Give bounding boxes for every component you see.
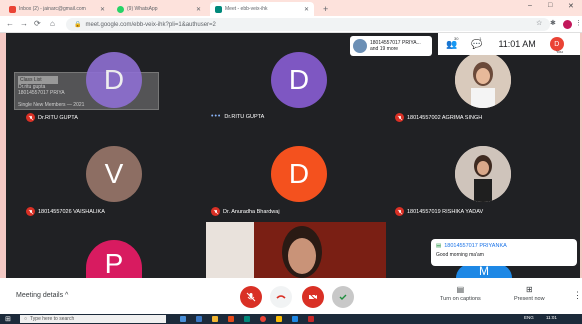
whatsapp-icon	[117, 5, 124, 13]
windows-taskbar: ⊞ ○ Type here to search ENG 11:01	[0, 314, 582, 324]
participant-avatar: D	[271, 146, 327, 202]
more-options-button[interactable]: ⋮	[573, 290, 582, 301]
presenter-video	[206, 222, 386, 278]
chat-icon[interactable]: 💬 1	[471, 35, 482, 50]
folder-icon[interactable]	[276, 316, 282, 322]
window-close-button[interactable]: ✕	[568, 2, 574, 10]
tab-meet[interactable]: Meet - ebb-veix-ihk ✕	[210, 2, 314, 16]
tab-label: Inbox (2) - jainarc@gmail.com	[19, 6, 86, 12]
captions-icon: ▤	[456, 285, 465, 294]
star-icon[interactable]: ☆	[536, 19, 542, 27]
windows-start-icon[interactable]: ⊞	[5, 315, 11, 323]
captions-button[interactable]: ▤ Turn on captions	[440, 285, 481, 302]
clock: 11:01 AM	[498, 39, 536, 49]
extensions-icon[interactable]: ✱	[550, 19, 556, 27]
participant-name: 18014557019 RISHIKA YADAV	[395, 207, 483, 216]
hangup-icon	[276, 295, 286, 299]
mic-toggle-button[interactable]	[240, 286, 262, 308]
present-now-button[interactable]: ⊞ Present now	[514, 285, 545, 302]
search-icon: ○	[24, 316, 28, 322]
presenter-avatar	[353, 39, 367, 53]
tab-label: Meet - ebb-veix-ihk	[225, 6, 268, 12]
new-tab-button[interactable]: +	[318, 2, 332, 16]
search-placeholder: Type here to search	[30, 316, 75, 322]
store-icon[interactable]	[244, 316, 250, 322]
participant-name: ••• Dr.RITU GUPTA	[211, 113, 265, 120]
participant-avatar: D	[86, 52, 142, 108]
mic-off-icon	[395, 113, 404, 122]
language-indicator[interactable]: ENG	[524, 315, 534, 320]
people-count: 30	[454, 35, 459, 41]
mic-off-icon	[26, 207, 35, 216]
leave-call-button[interactable]	[270, 286, 292, 308]
participant-avatar: D	[271, 52, 327, 108]
meeting-details-button[interactable]: Meeting details ^	[16, 292, 68, 299]
chrome-icon[interactable]	[260, 316, 266, 322]
meet-icon	[215, 5, 222, 13]
presenter-more: and 19 more	[370, 46, 399, 52]
profile-avatar[interactable]	[563, 20, 572, 29]
tab-gmail[interactable]: Inbox (2) - jainarc@gmail.com ✕	[4, 2, 110, 16]
meeting-controls-bar: Meeting details ^ ▤ Turn on captions ⊞ Pre…	[0, 278, 582, 314]
camera-off-icon	[308, 292, 318, 302]
participant-name: 18014557026 VAISHALIKA	[26, 207, 105, 216]
edge-icon[interactable]	[196, 316, 202, 322]
mic-off-icon	[26, 113, 35, 122]
chat-notification[interactable]: ▤ 18014557017 PRIYANKA Good morning ma'a…	[431, 239, 577, 266]
present-icon: ⊞	[525, 285, 533, 294]
url-text: meet.google.com/ebb-veix-ihk?pli=1&authu…	[85, 21, 216, 28]
app-icon[interactable]	[308, 316, 314, 322]
taskbar-search-field[interactable]: ○ Type here to search	[20, 315, 166, 323]
overlay-title: Class List	[18, 76, 58, 84]
gmail-icon	[9, 5, 16, 13]
chat-count: 1	[479, 35, 482, 41]
app-icon[interactable]	[292, 316, 298, 322]
presenting-chip[interactable]: 18014557017 PRIYA... and 19 more	[350, 36, 432, 56]
participant-avatar: M	[456, 264, 512, 278]
reload-icon[interactable]: ⟳	[34, 19, 41, 28]
participant-photo	[455, 52, 511, 108]
address-bar: ← → ⟳ ⌂ 🔒 meet.google.com/ebb-veix-ihk?p…	[0, 16, 582, 33]
close-icon[interactable]: ✕	[196, 6, 201, 13]
browser-tab-bar: Inbox (2) - jainarc@gmail.com ✕ (9) What…	[0, 0, 582, 16]
mic-off-icon	[395, 207, 404, 216]
tab-whatsapp[interactable]: (9) WhatsApp ✕	[112, 2, 206, 16]
minimize-button[interactable]: –	[528, 2, 532, 9]
chat-bubble-icon: ▤	[436, 243, 442, 249]
task-view-icon[interactable]	[180, 316, 186, 322]
participant-name: Dr. Anuradha Bhardwaj	[211, 207, 280, 216]
file-explorer-icon[interactable]	[212, 316, 218, 322]
mic-off-icon	[211, 207, 220, 216]
chevron-up-icon: ^	[65, 292, 69, 299]
home-icon[interactable]: ⌂	[50, 19, 55, 28]
confirm-button[interactable]	[332, 286, 354, 308]
close-icon[interactable]: ✕	[304, 6, 309, 13]
chat-sender: 18014557017 PRIYANKA	[444, 243, 507, 249]
top-controls: 👥 30 💬 1 11:01 AM D You	[438, 33, 580, 55]
lock-icon: 🔒	[74, 22, 82, 28]
office-icon[interactable]	[228, 316, 234, 322]
taskbar-clock[interactable]: 11:01	[546, 315, 557, 320]
forward-arrow-icon[interactable]: →	[20, 19, 28, 28]
check-icon	[339, 294, 347, 300]
speaking-indicator-icon: •••	[211, 113, 222, 120]
close-icon[interactable]: ✕	[100, 6, 105, 13]
camera-toggle-button[interactable]	[302, 286, 324, 308]
participant-avatar: V	[86, 146, 142, 202]
menu-icon[interactable]: ⋮	[575, 19, 582, 27]
participant-name: 18014557002 AGRIMA SINGH	[395, 113, 482, 122]
url-field[interactable]: 🔒 meet.google.com/ebb-veix-ihk?pli=1&aut…	[66, 18, 550, 31]
participant-photo	[455, 146, 511, 202]
chat-message: Good morning ma'am	[436, 252, 484, 258]
mic-off-icon	[246, 292, 256, 302]
maximize-button[interactable]: □	[548, 2, 552, 9]
participant-name: Dr.RITU GUPTA	[26, 113, 78, 122]
back-arrow-icon[interactable]: ←	[6, 19, 14, 28]
people-icon[interactable]: 👥 30	[446, 35, 459, 50]
tab-label: (9) WhatsApp	[127, 6, 158, 12]
overlay-line: Single New Members — 2021	[18, 102, 85, 108]
self-label: You	[556, 49, 563, 54]
